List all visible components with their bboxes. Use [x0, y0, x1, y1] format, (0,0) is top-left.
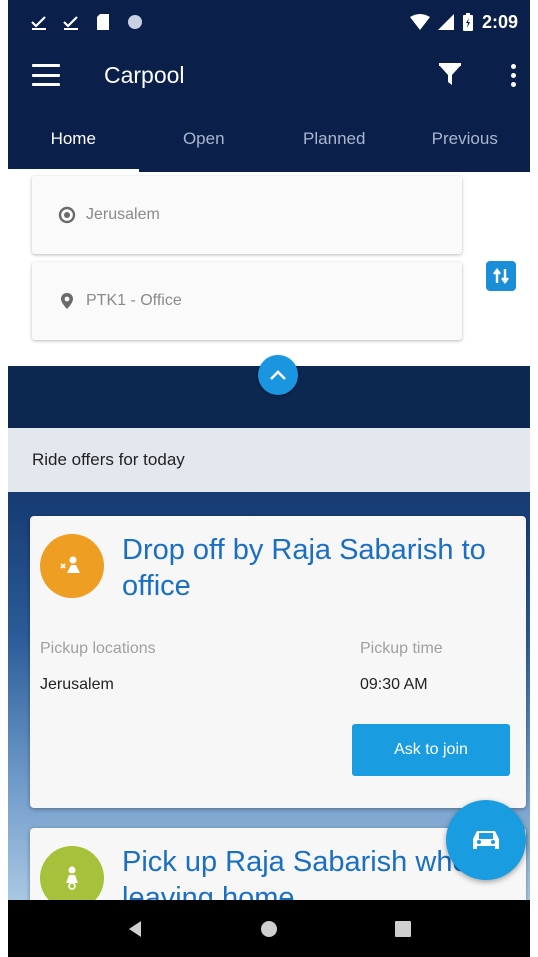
drop-off-passenger-icon [60, 556, 80, 573]
chevron-up-icon [270, 370, 286, 380]
swap-vertical-icon [493, 268, 509, 284]
filter-icon[interactable] [439, 63, 461, 87]
recents-icon[interactable] [395, 920, 412, 937]
wifi-icon [409, 14, 430, 30]
route-search-panel: Jerusalem PTK1 - Office [8, 172, 530, 366]
tab-home[interactable]: Home [8, 106, 139, 172]
tab-bar: Home Open Planned Previous [8, 106, 530, 172]
to-location-value: PTK1 - Office [86, 292, 182, 309]
section-title: Ride offers for today [32, 450, 185, 469]
status-bar: 2:09 [8, 0, 530, 44]
pickup-locations-value: Jerusalem [40, 676, 114, 693]
app-frame: 2:09 Carpool Home Open Planned Previous … [8, 0, 530, 957]
circle-icon [128, 15, 142, 29]
tab-previous[interactable]: Previous [400, 106, 531, 172]
from-location-field[interactable]: Jerusalem [32, 176, 462, 254]
app-title: Carpool [104, 61, 185, 88]
section-header: Ride offers for today [8, 428, 530, 492]
from-location-value: Jerusalem [86, 206, 160, 223]
offer-ride-fab[interactable] [446, 800, 526, 880]
ride-type-avatar [40, 534, 104, 598]
radio-origin-icon [58, 206, 76, 224]
ride-type-avatar [40, 846, 104, 900]
ride-offer-card[interactable]: Drop off by Raja Sabarish to office Pick… [30, 516, 526, 808]
location-pin-icon [61, 293, 73, 309]
ride-title: Drop off by Raja Sabarish to office [122, 534, 486, 602]
car-icon [473, 831, 499, 849]
app-bar: Carpool [8, 44, 530, 106]
more-options-icon[interactable] [511, 63, 516, 87]
sd-card-icon [97, 14, 109, 30]
tab-open[interactable]: Open [139, 106, 270, 172]
pickup-locations-label: Pickup locations [40, 640, 156, 657]
menu-icon[interactable] [32, 64, 60, 86]
pick-up-passenger-icon [66, 866, 78, 890]
status-time: 2:09 [481, 11, 518, 32]
back-icon[interactable] [127, 920, 143, 938]
download-done-icon [63, 16, 78, 30]
download-done-icon [31, 16, 46, 30]
pickup-time-value: 09:30 AM [360, 676, 428, 693]
to-location-field[interactable]: PTK1 - Office [32, 262, 462, 340]
tab-planned[interactable]: Planned [269, 106, 400, 172]
ask-to-join-button[interactable]: Ask to join [352, 724, 510, 776]
battery-icon [462, 13, 473, 31]
home-icon[interactable] [260, 920, 278, 938]
system-nav-bar [8, 900, 530, 957]
pickup-time-label: Pickup time [360, 640, 443, 657]
collapse-search-button[interactable] [258, 355, 298, 395]
signal-icon [437, 14, 454, 30]
swap-locations-button[interactable] [486, 261, 516, 291]
